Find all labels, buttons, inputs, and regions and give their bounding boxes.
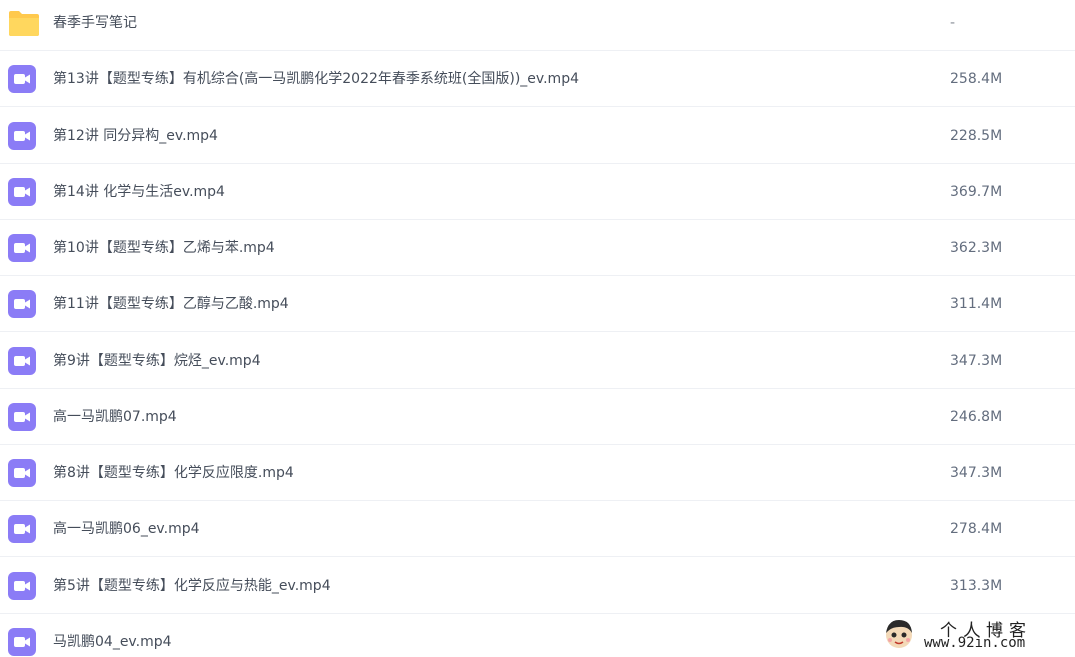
file-size: 278.4M bbox=[950, 521, 1003, 537]
video-icon bbox=[8, 290, 36, 318]
file-row[interactable]: 高一马凯鹏07.mp4 246.8M bbox=[0, 389, 1075, 445]
file-size: 311.4M bbox=[950, 296, 1003, 312]
file-name: 马凯鹏04_ev.mp4 bbox=[53, 634, 172, 650]
video-icon bbox=[8, 459, 36, 487]
mascot-logo-icon bbox=[882, 617, 916, 651]
video-icon bbox=[8, 347, 36, 375]
video-icon bbox=[8, 234, 36, 262]
file-name: 第11讲【题型专练】乙醇与乙酸.mp4 bbox=[53, 296, 289, 312]
video-icon bbox=[8, 515, 36, 543]
file-row[interactable]: 第8讲【题型专练】化学反应限度.mp4 347.3M bbox=[0, 445, 1075, 501]
file-list: 春季手写笔记 - 第13讲【题型专练】有机综合(高一马凯鹏化学2022年春季系统… bbox=[0, 0, 1075, 657]
blog-watermark: 个人博客 www.92in.com bbox=[880, 616, 1060, 654]
file-size: 362.3M bbox=[950, 240, 1003, 256]
file-name: 第13讲【题型专练】有机综合(高一马凯鹏化学2022年春季系统班(全国版))_e… bbox=[53, 71, 579, 87]
watermark-url: www.92in.com bbox=[924, 635, 1026, 651]
video-icon bbox=[8, 572, 36, 600]
file-size: - bbox=[950, 15, 956, 31]
file-row[interactable]: 第11讲【题型专练】乙醇与乙酸.mp4 311.4M bbox=[0, 276, 1075, 332]
file-size: 313.3M bbox=[950, 578, 1003, 594]
file-name: 第9讲【题型专练】烷烃_ev.mp4 bbox=[53, 353, 261, 369]
file-name: 第14讲 化学与生活ev.mp4 bbox=[53, 184, 225, 200]
file-row[interactable]: 第12讲 同分异构_ev.mp4 228.5M bbox=[0, 108, 1075, 164]
file-name: 第8讲【题型专练】化学反应限度.mp4 bbox=[53, 465, 294, 481]
file-name: 高一马凯鹏06_ev.mp4 bbox=[53, 521, 200, 537]
file-row[interactable]: 高一马凯鹏06_ev.mp4 278.4M bbox=[0, 501, 1075, 557]
folder-row[interactable]: 春季手写笔记 - bbox=[0, 0, 1075, 51]
file-name: 第10讲【题型专练】乙烯与苯.mp4 bbox=[53, 240, 275, 256]
file-size: 347.3M bbox=[950, 465, 1003, 481]
file-size: 369.7M bbox=[950, 184, 1003, 200]
folder-icon bbox=[8, 9, 39, 37]
video-icon bbox=[8, 403, 36, 431]
file-row[interactable]: 第5讲【题型专练】化学反应与热能_ev.mp4 313.3M bbox=[0, 558, 1075, 614]
file-row[interactable]: 第14讲 化学与生活ev.mp4 369.7M bbox=[0, 164, 1075, 220]
file-name: 高一马凯鹏07.mp4 bbox=[53, 409, 177, 425]
file-name: 春季手写笔记 bbox=[53, 15, 137, 31]
file-name: 第12讲 同分异构_ev.mp4 bbox=[53, 128, 218, 144]
file-size: 246.8M bbox=[950, 409, 1003, 425]
file-row[interactable]: 第9讲【题型专练】烷烃_ev.mp4 347.3M bbox=[0, 333, 1075, 389]
video-icon bbox=[8, 65, 36, 93]
file-name: 第5讲【题型专练】化学反应与热能_ev.mp4 bbox=[53, 578, 331, 594]
video-icon bbox=[8, 628, 36, 656]
file-size: 258.4M bbox=[950, 71, 1003, 87]
file-row[interactable]: 第10讲【题型专练】乙烯与苯.mp4 362.3M bbox=[0, 220, 1075, 276]
file-size: 347.3M bbox=[950, 353, 1003, 369]
video-icon bbox=[8, 122, 36, 150]
file-size: 228.5M bbox=[950, 128, 1003, 144]
video-icon bbox=[8, 178, 36, 206]
file-row[interactable]: 第13讲【题型专练】有机综合(高一马凯鹏化学2022年春季系统班(全国版))_e… bbox=[0, 51, 1075, 107]
